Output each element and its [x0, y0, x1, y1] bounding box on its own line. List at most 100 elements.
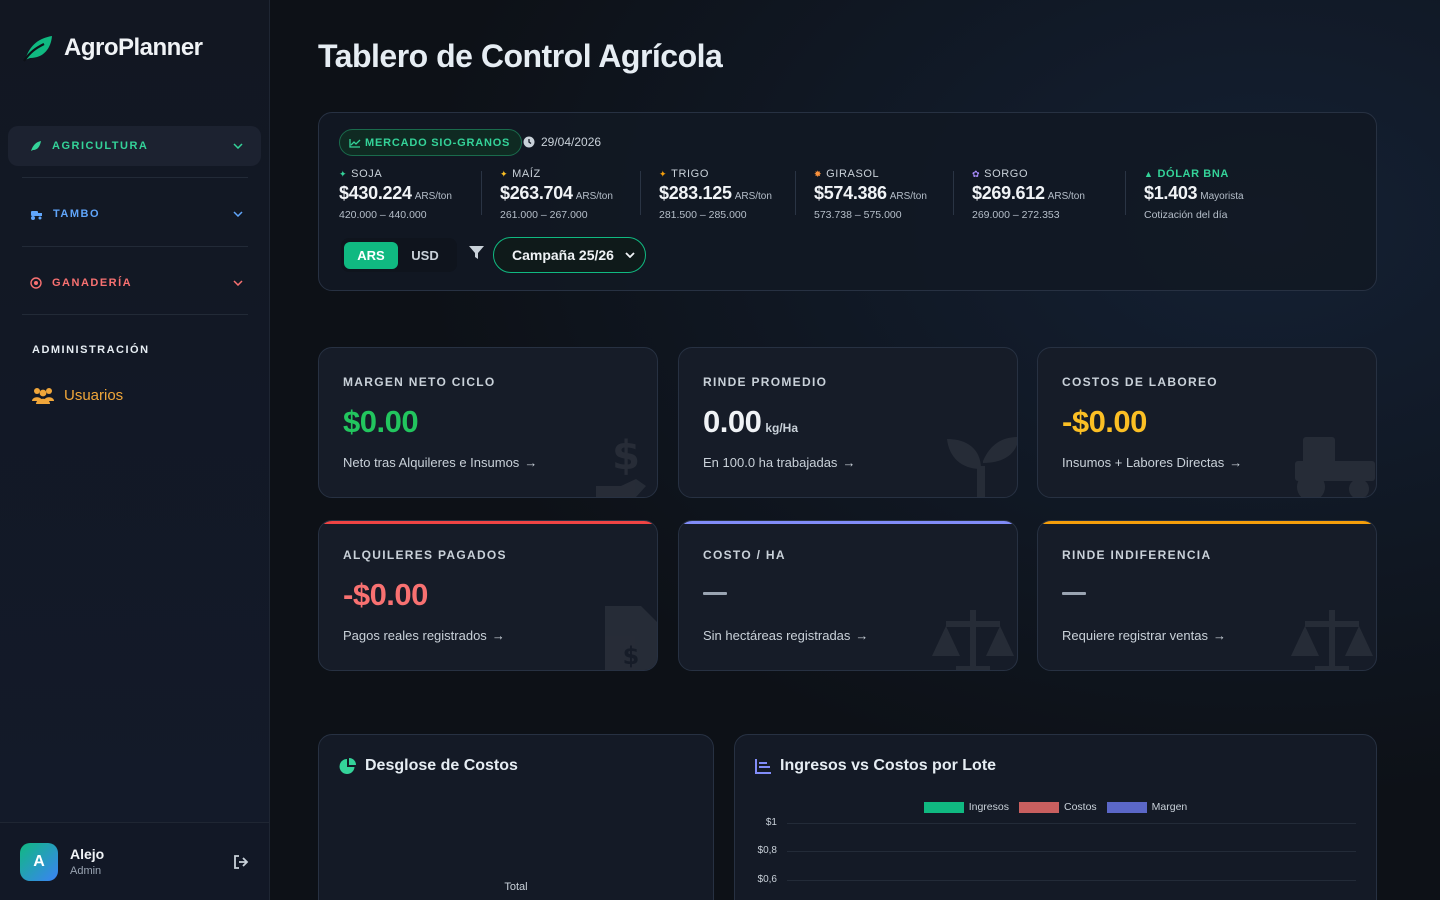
- market-panel: MERCADO SIO-GRANOS 29/04/2026 ✦ SOJA $430…: [318, 112, 1377, 291]
- quote-range: 573.738 – 575.000: [814, 209, 902, 221]
- bank-icon: ▲: [1144, 169, 1154, 179]
- legend-item-margen[interactable]: Margen: [1106, 801, 1188, 813]
- kpi-empty-value: [703, 592, 727, 595]
- legend-swatch: [923, 801, 964, 813]
- sun-icon: ✸: [814, 168, 823, 179]
- invoice-dollar-icon: $: [605, 606, 657, 670]
- grid-line: [787, 880, 1356, 881]
- panel-title-text: Ingresos vs Costos por Lote: [780, 757, 997, 774]
- quote-separator: [1125, 171, 1126, 215]
- users-icon: [32, 388, 54, 404]
- brand[interactable]: AgroPlanner: [22, 34, 203, 62]
- user-panel: A Alejo Admin: [0, 822, 269, 900]
- market-badge: MERCADO SIO-GRANOS: [339, 129, 523, 156]
- quote-price: $269.612: [972, 183, 1045, 203]
- app-name: AgroPlanner: [64, 34, 203, 61]
- costs-breakdown-panel: Desglose de Costos Total: [318, 734, 714, 900]
- arrow-right-icon: →: [491, 628, 505, 643]
- kpi-value: $0.00: [343, 404, 419, 439]
- arrow-right-icon: →: [842, 455, 856, 470]
- quote-separator: [953, 171, 954, 215]
- quote-range: 420.000 – 440.000: [339, 209, 427, 221]
- legend-label: Costos: [1063, 801, 1097, 813]
- leaf-icon: [31, 141, 41, 151]
- campaign-value: Campaña 25/26: [512, 247, 614, 263]
- legend-swatch: [1106, 801, 1147, 813]
- kpi-label: RINDE INDIFERENCIA: [1062, 548, 1212, 562]
- sidebar-group-label: AGRICULTURA: [52, 140, 149, 152]
- kpi-costo-ha[interactable]: COSTO / HA Sin hectáreas registradas →: [678, 520, 1018, 671]
- avatar[interactable]: A: [20, 842, 58, 881]
- logout-icon[interactable]: [233, 854, 249, 869]
- sidebar: AgroPlanner AGRICULTURA TAMBO GANADERÍA …: [0, 0, 270, 900]
- page-title: Tablero de Control Agrícola: [318, 38, 723, 74]
- chevron-down-icon: [625, 252, 635, 258]
- sidebar-divider: [22, 177, 248, 178]
- sidebar-group-ganaderia[interactable]: GANADERÍA: [8, 263, 261, 303]
- quote-unit: ARS/ton: [734, 191, 772, 202]
- user-role: Admin: [70, 865, 102, 877]
- quote-range: Cotización del día: [1144, 209, 1228, 221]
- quote-name: TRIGO: [671, 168, 709, 180]
- y-tick-label: $0,6: [757, 874, 777, 885]
- sidebar-item-usuarios[interactable]: Usuarios: [32, 386, 123, 404]
- legend-item-ingresos[interactable]: Ingresos: [923, 801, 1009, 813]
- quote-name: SOJA: [351, 168, 383, 180]
- kpi-unit: kg/Ha: [765, 421, 799, 435]
- kpi-subtitle-text: Pagos reales registrados: [343, 628, 487, 643]
- sidebar-item-label: Usuarios: [64, 386, 124, 404]
- quote-separator: [795, 171, 796, 215]
- quote-name: DÓLAR BNA: [1157, 168, 1229, 180]
- arrow-right-icon: →: [1229, 455, 1243, 470]
- kpi-value: -$0.00: [1062, 404, 1147, 439]
- pie-chart-icon: [339, 757, 356, 774]
- campaign-select[interactable]: Campaña 25/26: [493, 237, 646, 273]
- user-name: Alejo: [70, 846, 105, 862]
- quote-unit: ARS/ton: [1047, 191, 1085, 202]
- sidebar-group-label: GANADERÍA: [52, 277, 133, 289]
- sidebar-divider: [22, 314, 248, 315]
- currency-toggle: ARS USD: [341, 238, 457, 272]
- kpi-label: ALQUILERES PAGADOS: [343, 548, 507, 562]
- sidebar-group-agricultura[interactable]: AGRICULTURA: [8, 126, 261, 166]
- quote-maiz: ✦ MAÍZ $263.704 ARS/ton 261.000 – 267.000: [500, 168, 613, 221]
- kpi-subtitle-text: Insumos + Labores Directas: [1062, 455, 1225, 470]
- market-badge-label: MERCADO SIO-GRANOS: [365, 136, 511, 149]
- clock-icon: [523, 136, 535, 148]
- grid-line: [787, 851, 1356, 852]
- kpi-rinde-indiferencia[interactable]: RINDE INDIFERENCIA Requiere registrar ve…: [1037, 520, 1377, 671]
- kpi-alquileres[interactable]: ALQUILERES PAGADOS -$0.00 Pagos reales r…: [318, 520, 658, 671]
- kpi-margen-neto[interactable]: MARGEN NETO CICLO $0.00 Neto tras Alquil…: [318, 347, 658, 498]
- kpi-accent-bar: [319, 521, 657, 524]
- arrow-right-icon: →: [524, 455, 538, 470]
- quote-price: $263.704: [500, 183, 573, 203]
- kpi-label: MARGEN NETO CICLO: [343, 375, 496, 389]
- kpi-rinde-promedio[interactable]: RINDE PROMEDIO 0.00 kg/Ha En 100.0 ha tra…: [678, 347, 1018, 498]
- corn-icon: ✦: [500, 168, 509, 179]
- sprout-icon: ✦: [339, 168, 348, 179]
- quote-price: $283.125: [659, 183, 732, 203]
- money-hand-icon: $: [596, 433, 646, 497]
- kpi-subtitle: Neto tras Alquileres e Insumos →: [343, 455, 537, 470]
- filter-icon[interactable]: [469, 246, 484, 260]
- legend-swatch: [1018, 801, 1059, 813]
- kpi-subtitle: Pagos reales registrados →: [343, 628, 505, 643]
- quote-girasol: ✸ GIRASOL $574.386 ARS/ton 573.738 – 575.0…: [814, 168, 927, 221]
- sidebar-group-label: TAMBO: [53, 208, 101, 220]
- kpi-costos-laboreo[interactable]: COSTOS DE LABOREO -$0.00 Insumos + Labor…: [1037, 347, 1377, 498]
- chevron-down-icon: [233, 211, 243, 217]
- legend-item-costos[interactable]: Costos: [1018, 801, 1097, 813]
- currency-ars-button[interactable]: ARS: [344, 241, 398, 269]
- kpi-subtitle: Insumos + Labores Directas →: [1062, 455, 1242, 470]
- legend-label: Margen: [1151, 801, 1188, 813]
- kpi-label: COSTOS DE LABOREO: [1062, 375, 1218, 389]
- target-icon: [30, 277, 42, 289]
- market-date: 29/04/2026: [523, 135, 601, 149]
- svg-text:$: $: [623, 642, 640, 670]
- user-info: Alejo Admin: [70, 846, 233, 877]
- quote-separator: [481, 171, 482, 215]
- currency-usd-button[interactable]: USD: [398, 242, 452, 269]
- chart-legend: Ingresos Costos Margen: [735, 801, 1376, 813]
- sidebar-group-tambo[interactable]: TAMBO: [8, 194, 261, 234]
- kpi-accent-bar: [1038, 521, 1376, 524]
